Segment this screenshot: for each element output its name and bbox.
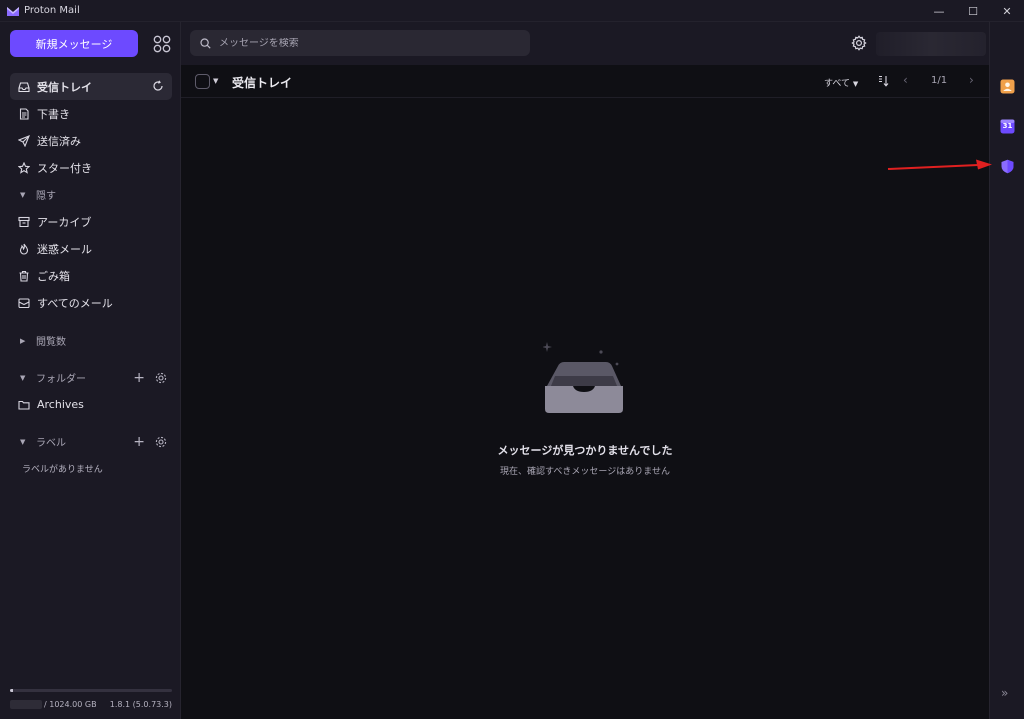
filter-dropdown[interactable]: すべて ▼ bbox=[824, 76, 858, 89]
paper-plane-icon bbox=[18, 134, 30, 147]
search-input[interactable] bbox=[219, 37, 509, 49]
sidebar-item-spam[interactable]: 迷惑メール bbox=[10, 235, 172, 262]
sidebar-item-label: すべてのメール bbox=[37, 296, 113, 310]
storage-usage[interactable]: / 1024.00 GB bbox=[10, 700, 97, 709]
add-label-button[interactable]: + bbox=[133, 434, 145, 450]
folder-icon bbox=[18, 399, 30, 411]
caret-right-icon: ▶ bbox=[20, 336, 26, 345]
redacted-usage bbox=[10, 700, 42, 709]
hide-toggle[interactable]: ▼ 隠す bbox=[10, 181, 172, 208]
vpn-shield-icon[interactable] bbox=[1000, 159, 1015, 174]
sidebar-item-label: 送信済み bbox=[37, 134, 81, 148]
no-labels-text: ラベルがありません bbox=[22, 464, 103, 475]
proton-logo-icon bbox=[7, 6, 19, 16]
inbox-icon bbox=[18, 81, 30, 93]
archive-icon bbox=[18, 216, 30, 228]
envelopes-icon bbox=[18, 297, 30, 309]
star-icon bbox=[18, 161, 30, 174]
views-section[interactable]: ▶ 閲覧数 bbox=[10, 327, 172, 354]
folders-section[interactable]: ▼ フォルダー + bbox=[10, 364, 172, 391]
empty-inbox-illustration bbox=[543, 342, 623, 413]
sidebar-item-label: スター付き bbox=[37, 161, 92, 175]
sidebar-item-archive[interactable]: アーカイブ bbox=[10, 208, 172, 235]
expand-rail-button[interactable]: » bbox=[1001, 686, 1008, 700]
folder-settings-icon[interactable] bbox=[155, 372, 167, 384]
sidebar-item-starred[interactable]: スター付き bbox=[10, 154, 172, 181]
previous-page-button[interactable]: ‹ bbox=[903, 73, 908, 87]
message-list-area: ▼ 受信トレイ すべて ▼ ‹ 1/1 › メッセージが見つかりませんでした 現… bbox=[181, 65, 989, 719]
maximize-button[interactable]: ☐ bbox=[956, 0, 990, 22]
apps-grid-icon[interactable] bbox=[153, 35, 171, 53]
storage-total: / 1024.00 GB bbox=[44, 700, 97, 709]
sidebar-item-trash[interactable]: ごみ箱 bbox=[10, 262, 172, 289]
sidebar-item-all-mail[interactable]: すべてのメール bbox=[10, 289, 172, 316]
draft-icon bbox=[18, 107, 30, 120]
select-dropdown-icon[interactable]: ▼ bbox=[213, 77, 218, 85]
minimize-button[interactable]: — bbox=[922, 0, 956, 22]
top-bar bbox=[181, 22, 989, 65]
app-version: 1.8.1 (5.0.73.3) bbox=[109, 700, 172, 709]
hide-label: 隠す bbox=[36, 191, 56, 202]
filter-label: すべて bbox=[824, 79, 851, 89]
sort-icon[interactable] bbox=[877, 75, 889, 87]
close-button[interactable]: ✕ bbox=[990, 0, 1024, 22]
folders-label: フォルダー bbox=[36, 374, 86, 385]
empty-state-title: メッセージが見つかりませんでした bbox=[497, 444, 673, 457]
trash-icon bbox=[18, 270, 30, 282]
app-title: Proton Mail bbox=[24, 5, 80, 16]
page-indicator: 1/1 bbox=[931, 75, 948, 86]
sidebar-item-label: 下書き bbox=[37, 107, 70, 121]
select-all-checkbox[interactable] bbox=[195, 74, 210, 89]
fire-icon bbox=[18, 243, 30, 255]
search-icon bbox=[200, 37, 211, 49]
sidebar: 新規メッセージ 受信トレイ 下書き 送信済み スター付き ▼ 隠す アーカイブ … bbox=[0, 22, 181, 719]
labels-label: ラベル bbox=[36, 438, 66, 449]
sidebar-item-drafts[interactable]: 下書き bbox=[10, 100, 172, 127]
sidebar-item-folder-archives[interactable]: Archives bbox=[10, 391, 172, 418]
sidebar-item-inbox[interactable]: 受信トレイ bbox=[10, 73, 172, 100]
storage-fill bbox=[10, 689, 14, 692]
storage-bar bbox=[10, 689, 172, 692]
label-settings-icon[interactable] bbox=[155, 436, 167, 448]
caret-down-icon: ▼ bbox=[20, 437, 26, 446]
empty-state-subtitle: 現在、確認すべきメッセージはありません bbox=[500, 467, 670, 477]
list-toolbar: ▼ 受信トレイ すべて ▼ ‹ 1/1 › bbox=[181, 65, 989, 98]
sidebar-item-label: アーカイブ bbox=[37, 215, 92, 229]
contacts-icon[interactable] bbox=[1000, 79, 1015, 94]
calendar-icon[interactable]: 31 bbox=[1000, 119, 1015, 134]
title-bar: Proton Mail — ☐ ✕ bbox=[0, 0, 1024, 22]
refresh-icon[interactable] bbox=[152, 80, 164, 92]
calendar-day: 31 bbox=[1002, 122, 1013, 130]
right-rail: 31 » bbox=[989, 22, 1024, 719]
sidebar-nav: 受信トレイ 下書き 送信済み スター付き ▼ 隠す アーカイブ 迷惑メール ごみ… bbox=[10, 73, 172, 481]
sidebar-item-label: 受信トレイ bbox=[37, 80, 92, 94]
sidebar-item-sent[interactable]: 送信済み bbox=[10, 127, 172, 154]
caret-down-icon: ▼ bbox=[852, 80, 859, 88]
settings-gear-icon[interactable] bbox=[851, 35, 867, 51]
account-menu[interactable] bbox=[876, 32, 986, 56]
next-page-button[interactable]: › bbox=[969, 73, 974, 87]
views-label: 閲覧数 bbox=[36, 337, 66, 348]
add-folder-button[interactable]: + bbox=[133, 370, 145, 386]
new-message-button[interactable]: 新規メッセージ bbox=[10, 30, 138, 57]
search-box[interactable] bbox=[190, 30, 530, 56]
storage-info: / 1024.00 GB 1.8.1 (5.0.73.3) bbox=[10, 700, 172, 709]
window-controls: — ☐ ✕ bbox=[922, 0, 1024, 22]
caret-down-icon: ▼ bbox=[20, 190, 26, 199]
sidebar-item-label: 迷惑メール bbox=[37, 242, 92, 256]
folder-label: Archives bbox=[37, 398, 84, 411]
caret-down-icon: ▼ bbox=[20, 373, 26, 382]
sidebar-item-label: ごみ箱 bbox=[37, 269, 70, 283]
folder-title: 受信トレイ bbox=[232, 76, 293, 90]
labels-section[interactable]: ▼ ラベル + bbox=[10, 428, 172, 455]
